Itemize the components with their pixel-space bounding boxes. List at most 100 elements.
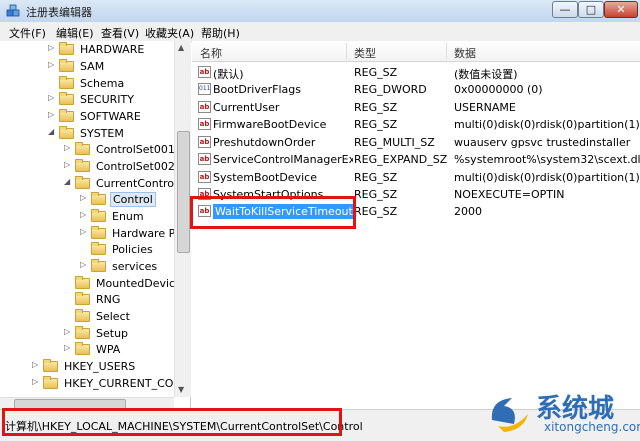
folder-icon: [91, 209, 106, 222]
value-row[interactable]: ab ServiceControlManagerEx... REG_EXPAND…: [192, 151, 640, 168]
value-row[interactable]: 011 BootDriverFlags REG_DWORD 0x00000000…: [192, 81, 640, 98]
value-type: REG_MULTI_SZ: [354, 136, 435, 149]
column-separator[interactable]: [346, 43, 347, 59]
scroll-thumb[interactable]: [14, 399, 126, 409]
folder-icon: [75, 159, 90, 172]
tree-node-label: SECURITY: [80, 93, 134, 106]
close-button[interactable]: ✕: [604, 1, 638, 18]
watermark: 系统城 xitongcheng.com: [484, 388, 640, 440]
minimize-button[interactable]: —: [552, 1, 578, 18]
list-header: 名称 类型 数据: [192, 41, 640, 62]
value-row[interactable]: ab SystemStartOptions REG_SZ NOEXECUTE=O…: [192, 186, 640, 203]
tree-node-label: HARDWARE: [80, 43, 145, 56]
tree-node-label: HKEY_CURRENT_CONFIG: [64, 377, 191, 390]
expand-icon[interactable]: ▷: [48, 60, 57, 69]
expand-icon[interactable]: ▷: [32, 360, 41, 369]
tree-horizontal-scrollbar[interactable]: [0, 397, 174, 409]
collapse-icon[interactable]: ◢: [64, 177, 73, 186]
watermark-url: xitongcheng.com: [544, 420, 640, 434]
value-type: REG_SZ: [354, 101, 398, 114]
folder-icon: [59, 59, 74, 72]
folder-icon: [91, 259, 106, 272]
value-type: REG_SZ: [354, 188, 398, 201]
scroll-thumb[interactable]: [177, 131, 190, 253]
folder-icon: [75, 276, 90, 289]
expand-icon[interactable]: ▷: [64, 143, 73, 152]
folder-icon: [59, 109, 74, 122]
value-row[interactable]: ab FirmwareBootDevice REG_SZ multi(0)dis…: [192, 116, 640, 133]
expand-icon[interactable]: ▷: [64, 327, 73, 336]
tree-node-label: ControlSet001: [96, 143, 175, 156]
tree-node-label: services: [112, 260, 158, 273]
value-name: ServiceControlManagerEx...: [213, 153, 353, 166]
value-row[interactable]: ab PreshutdownOrder REG_MULTI_SZ wuauser…: [192, 134, 640, 151]
value-data: NOEXECUTE=OPTIN: [454, 188, 565, 201]
value-name: BootDriverFlags: [213, 83, 302, 96]
registry-tree[interactable]: ▷ HARDWARE ▷ SAM Schema ▷ SECURITY ▷ SOFTWAR…: [0, 41, 191, 408]
menu-file[interactable]: 文件(F): [9, 25, 46, 41]
menu-favorites[interactable]: 收藏夹(A): [145, 25, 194, 41]
tree-vertical-scrollbar[interactable]: ▲ ▼: [174, 41, 191, 397]
folder-icon: [91, 242, 106, 255]
column-separator[interactable]: [446, 43, 447, 59]
expand-icon[interactable]: ▷: [80, 260, 89, 269]
menu-edit[interactable]: 编辑(E): [56, 25, 94, 41]
registry-editor-icon: [6, 4, 20, 17]
value-data: USERNAME: [454, 101, 516, 114]
expand-icon[interactable]: ▷: [80, 227, 89, 236]
value-type: REG_SZ: [354, 171, 398, 184]
value-name: SystemBootDevice: [213, 171, 317, 184]
expand-icon[interactable]: ▷: [80, 210, 89, 219]
value-data: 2000: [454, 205, 482, 218]
value-row[interactable]: ab CurrentUser REG_SZ USERNAME: [192, 99, 640, 116]
expand-icon[interactable]: ▷: [48, 110, 57, 119]
column-header-name[interactable]: 名称: [200, 45, 222, 61]
expand-icon[interactable]: ▷: [48, 93, 57, 102]
value-row-selected[interactable]: ab WaitToKillServiceTimeout REG_SZ 2000: [192, 203, 640, 220]
maximize-button[interactable]: □: [578, 1, 604, 18]
value-name: (默认): [213, 68, 244, 81]
tree-node-label: Select: [96, 310, 130, 323]
tree-node-label: SAM: [80, 60, 105, 73]
value-name[interactable]: WaitToKillServiceTimeout: [213, 204, 355, 219]
folder-icon: [59, 76, 74, 89]
menu-bar: 文件(F) 编辑(E) 查看(V) 收藏夹(A) 帮助(H): [0, 22, 640, 42]
folder-icon: [43, 359, 58, 372]
folder-icon: [75, 176, 90, 189]
binary-value-icon: 011: [198, 83, 211, 95]
scroll-up-icon[interactable]: ▲: [178, 43, 184, 52]
value-data: %systemroot%\system32\scext.dll: [454, 153, 640, 166]
tree-node-label: SOFTWARE: [80, 110, 141, 123]
menu-help[interactable]: 帮助(H): [201, 25, 240, 41]
expand-icon[interactable]: ▷: [64, 343, 73, 352]
string-value-icon: ab: [198, 153, 211, 165]
string-value-icon: ab: [198, 66, 211, 78]
column-header-type[interactable]: 类型: [354, 45, 376, 61]
folder-icon: [43, 376, 58, 389]
value-name: FirmwareBootDevice: [213, 118, 327, 131]
tree-node-label: Enum: [112, 210, 144, 223]
menu-view[interactable]: 查看(V): [101, 25, 139, 41]
expand-icon[interactable]: ▷: [64, 160, 73, 169]
string-value-icon: ab: [198, 118, 211, 130]
tree-node-label: Policies: [112, 243, 153, 256]
expand-icon[interactable]: ▷: [48, 43, 57, 52]
value-row[interactable]: ab (默认) REG_SZ (数值未设置): [192, 64, 640, 81]
value-type: REG_SZ: [354, 66, 398, 79]
collapse-icon[interactable]: ◢: [48, 127, 57, 136]
scroll-down-icon[interactable]: ▼: [178, 385, 184, 394]
value-row[interactable]: ab SystemBootDevice REG_SZ multi(0)disk(…: [192, 169, 640, 186]
folder-icon: [75, 342, 90, 355]
current-key-path: 计算机\HKEY_LOCAL_MACHINE\SYSTEM\CurrentCon…: [5, 420, 363, 433]
string-value-icon: ab: [198, 171, 211, 183]
expand-icon[interactable]: ▷: [80, 193, 89, 202]
value-data: 0x00000000 (0): [454, 83, 543, 96]
value-name: CurrentUser: [213, 101, 280, 114]
expand-icon[interactable]: ▷: [32, 377, 41, 386]
values-list[interactable]: 名称 类型 数据 ab (默认) REG_SZ (数值未设置) 011 Boot…: [192, 41, 640, 408]
folder-open-icon: [91, 192, 106, 205]
tree-node-label: WPA: [96, 343, 121, 356]
column-header-data[interactable]: 数据: [454, 45, 476, 61]
folder-icon: [59, 126, 74, 139]
tree-node-label: Setup: [96, 327, 129, 340]
